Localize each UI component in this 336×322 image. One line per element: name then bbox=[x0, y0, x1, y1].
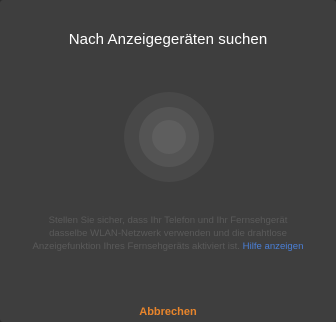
dialog-title: Nach Anzeigegeräten suchen bbox=[68, 31, 268, 48]
help-link[interactable]: Hilfe anzeigen bbox=[243, 241, 304, 252]
cancel-button[interactable]: Abbrechen bbox=[118, 303, 218, 321]
screen: Nach Anzeigegeräten suchen Stellen Sie s… bbox=[0, 0, 336, 322]
radar-inner-dot bbox=[152, 120, 186, 154]
search-display-devices-dialog: Nach Anzeigegeräten suchen Stellen Sie s… bbox=[0, 0, 336, 322]
dialog-message: Stellen Sie sicher, dass Ihr Telefon und… bbox=[30, 214, 306, 253]
scanning-radar-icon bbox=[124, 92, 214, 182]
